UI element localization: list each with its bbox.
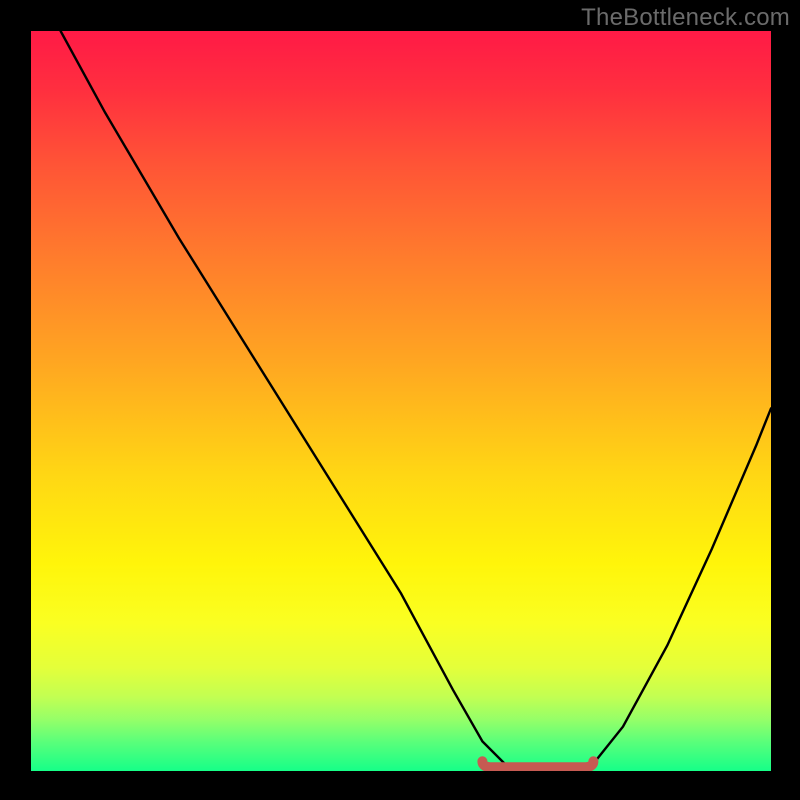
curve-layer [31, 31, 771, 771]
plot-area [31, 31, 771, 771]
chart-canvas: TheBottleneck.com [0, 0, 800, 800]
watermark-text: TheBottleneck.com [581, 4, 790, 32]
optimal-range-marker [482, 761, 593, 767]
bottleneck-curve [61, 31, 771, 771]
